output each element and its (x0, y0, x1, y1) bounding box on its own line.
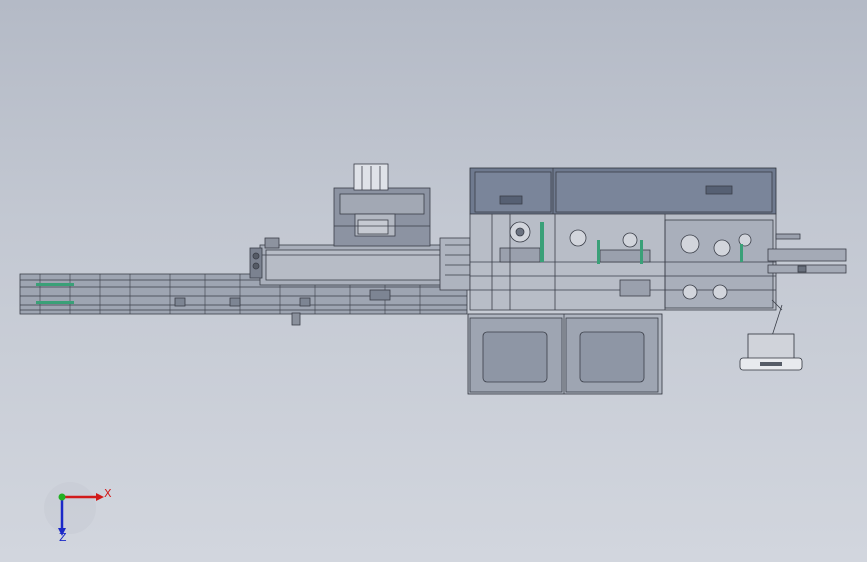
main-body-top-panel (469, 167, 777, 215)
x-axis-arrow (96, 493, 104, 501)
main-body-mechanism (469, 213, 777, 311)
operator-panel (739, 333, 803, 371)
cad-viewport[interactable]: X Z (0, 0, 867, 562)
transfer-section (439, 237, 471, 291)
lower-cabinet (467, 313, 663, 395)
machine-model[interactable] (19, 163, 847, 395)
y-axis-dot (58, 493, 66, 501)
top-feeder-unit (333, 163, 431, 247)
coordinate-triad: X Z (44, 482, 112, 544)
outfeed-rails (767, 233, 847, 337)
z-axis-label: Z (59, 531, 67, 544)
x-axis-label: X (104, 487, 112, 500)
